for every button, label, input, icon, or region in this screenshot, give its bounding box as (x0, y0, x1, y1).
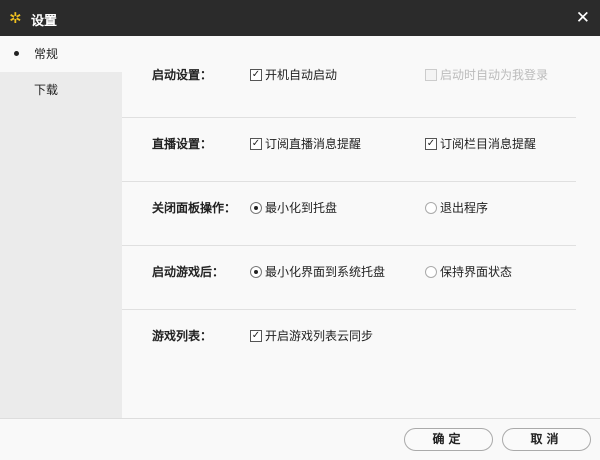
ok-button[interactable]: 确定 (404, 428, 493, 451)
close-panel-label: 关闭面板操作： (152, 201, 237, 215)
minimize-ui-radio[interactable]: 最小化界面到系统托盘 (250, 263, 385, 280)
checkbox-unchecked-icon (425, 68, 437, 81)
option-label: 开启游戏列表云同步 (265, 329, 374, 343)
option-label: 最小化到托盘 (265, 201, 338, 215)
live-settings-label: 直播设置： (152, 137, 213, 151)
cloud-sync-checkbox[interactable]: ✓ 开启游戏列表云同步 (250, 327, 373, 344)
radio-selected-icon (250, 201, 262, 214)
checkbox-checked-icon: ✓ (250, 68, 262, 81)
divider (122, 117, 576, 118)
radio-unselected-icon (425, 201, 437, 214)
sidebar-item-label: 下载 (34, 83, 59, 97)
cancel-button[interactable]: 取消 (502, 428, 591, 451)
gear-icon: ✲ (9, 9, 22, 27)
radio-unselected-icon (425, 265, 437, 278)
checkbox-checked-icon: ✓ (425, 137, 437, 150)
sidebar-item-label: 常规 (34, 47, 59, 61)
divider (122, 181, 576, 182)
column-notify-checkbox[interactable]: ✓ 订阅栏目消息提醒 (425, 135, 536, 152)
sidebar: 常规 下载 (0, 36, 122, 418)
active-dot-icon (14, 51, 19, 56)
game-list-label: 游戏列表： (152, 329, 213, 343)
footer-divider (0, 418, 600, 419)
minimize-to-tray-radio[interactable]: 最小化到托盘 (250, 199, 337, 216)
startup-settings-label: 启动设置： (152, 68, 213, 82)
exit-program-radio[interactable]: 退出程序 (425, 199, 488, 216)
option-label: 保持界面状态 (440, 265, 513, 279)
title-bar: ✲ 设置 ✕ (0, 0, 600, 36)
option-label: 订阅栏目消息提醒 (440, 137, 537, 151)
keep-ui-radio[interactable]: 保持界面状态 (425, 263, 512, 280)
radio-selected-icon (250, 265, 262, 278)
option-label: 退出程序 (440, 201, 489, 215)
after-game-launch-label: 启动游戏后： (152, 265, 225, 279)
option-label: 启动时自动为我登录 (440, 68, 549, 82)
auto-login-checkbox[interactable]: 启动时自动为我登录 (425, 66, 548, 83)
checkbox-checked-icon: ✓ (250, 137, 262, 150)
window-title: 设置 (31, 14, 58, 29)
autostart-checkbox[interactable]: ✓ 开机自动启动 (250, 66, 337, 83)
checkbox-checked-icon: ✓ (250, 329, 262, 342)
divider (122, 309, 576, 310)
sidebar-item-general[interactable]: 常规 (0, 36, 122, 72)
live-notify-checkbox[interactable]: ✓ 订阅直播消息提醒 (250, 135, 361, 152)
divider (122, 245, 576, 246)
sidebar-item-download[interactable]: 下载 (0, 72, 122, 108)
option-label: 开机自动启动 (265, 68, 338, 82)
close-icon[interactable]: ✕ (576, 8, 590, 28)
option-label: 订阅直播消息提醒 (265, 137, 362, 151)
option-label: 最小化界面到系统托盘 (265, 265, 386, 279)
